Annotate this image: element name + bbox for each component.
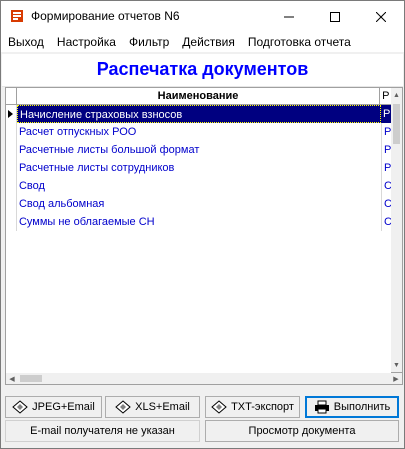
menu-bar: Выход Настройка Фильтр Действия Подготов… bbox=[1, 32, 404, 52]
table-row[interactable]: Расчетные листы большой формат Р bbox=[6, 141, 392, 159]
diamond-export-icon bbox=[211, 400, 227, 414]
row-name-cell[interactable]: Суммы не облагаемые СН bbox=[17, 213, 383, 231]
grid-header: Наименование Р bbox=[6, 88, 392, 105]
execute-button[interactable]: Выполнить bbox=[305, 396, 399, 418]
horizontal-scrollbar[interactable]: ◀ ▶ bbox=[5, 373, 403, 385]
table-row[interactable]: Расчет отпускных РОО Р bbox=[6, 123, 392, 141]
row-name-cell[interactable]: Расчет отпускных РОО bbox=[17, 123, 383, 141]
table-row[interactable]: Суммы не облагаемые СН С bbox=[6, 213, 392, 231]
xls-email-label: XLS+Email bbox=[135, 401, 190, 413]
printer-icon bbox=[314, 400, 330, 414]
menu-exit[interactable]: Выход bbox=[1, 35, 50, 49]
maximize-icon bbox=[330, 11, 340, 22]
xls-email-button[interactable]: XLS+Email bbox=[105, 396, 200, 418]
column-header-name[interactable]: Наименование bbox=[17, 88, 381, 104]
table-row[interactable]: Расчетные листы сотрудников Р bbox=[6, 159, 392, 177]
txt-export-button[interactable]: TXT-экспорт bbox=[205, 396, 300, 418]
minimize-icon bbox=[284, 16, 294, 17]
current-row-pointer-icon bbox=[8, 110, 13, 118]
scroll-down-icon[interactable]: ▼ bbox=[391, 358, 402, 372]
table-row[interactable]: Свод С bbox=[6, 177, 392, 195]
scroll-up-icon[interactable]: ▲ bbox=[391, 88, 402, 102]
menu-prepare-report[interactable]: Подготовка отчета bbox=[241, 35, 357, 49]
horizontal-scroll-thumb[interactable] bbox=[20, 375, 42, 382]
minimize-button[interactable] bbox=[266, 1, 312, 32]
row-name-cell[interactable]: Расчетные листы сотрудников bbox=[17, 159, 383, 177]
row-indicator bbox=[6, 177, 17, 195]
page-title: Распечатка документов bbox=[96, 59, 309, 79]
row-indicator-header bbox=[6, 88, 17, 104]
row-indicator bbox=[6, 141, 17, 159]
row-code-cell[interactable]: Р bbox=[381, 105, 391, 123]
documents-grid: Наименование Р Начисление страховых взно… bbox=[5, 87, 393, 375]
scroll-left-icon[interactable]: ◀ bbox=[6, 373, 18, 384]
window-title: Формирование отчетов N6 bbox=[31, 9, 180, 23]
close-button[interactable] bbox=[358, 1, 404, 32]
jpeg-email-label: JPEG+Email bbox=[32, 401, 95, 413]
report-window: Формирование отчетов N6 Выход Настройка … bbox=[0, 0, 405, 449]
vertical-scrollbar[interactable]: ▲ ▼ bbox=[391, 87, 403, 373]
vertical-scroll-thumb[interactable] bbox=[393, 104, 400, 144]
table-row[interactable]: Свод альбомная С bbox=[6, 195, 392, 213]
menu-filter[interactable]: Фильтр bbox=[122, 35, 175, 49]
row-name-cell[interactable]: Свод альбомная bbox=[17, 195, 383, 213]
row-indicator bbox=[6, 213, 17, 231]
report-app-icon bbox=[11, 10, 23, 22]
menu-actions[interactable]: Действия bbox=[175, 35, 241, 49]
scroll-right-icon[interactable]: ▶ bbox=[390, 373, 402, 384]
maximize-button[interactable] bbox=[312, 1, 358, 32]
email-recipient-status: E-mail получателя не указан bbox=[5, 420, 200, 442]
txt-export-label: TXT-экспорт bbox=[231, 401, 294, 413]
row-name-cell[interactable]: Свод bbox=[17, 177, 383, 195]
row-name-cell[interactable]: Начисление страховых взносов bbox=[17, 105, 381, 123]
heading-panel: Распечатка документов bbox=[2, 54, 403, 87]
row-name-cell[interactable]: Расчетные листы большой формат bbox=[17, 141, 383, 159]
table-row[interactable]: Начисление страховых взносов Р bbox=[6, 105, 392, 123]
menu-settings[interactable]: Настройка bbox=[50, 35, 122, 49]
diamond-export-icon bbox=[115, 400, 131, 414]
title-bar[interactable]: Формирование отчетов N6 bbox=[1, 1, 404, 32]
close-icon bbox=[376, 11, 386, 22]
row-indicator bbox=[6, 123, 17, 141]
execute-label: Выполнить bbox=[333, 401, 391, 413]
jpeg-email-button[interactable]: JPEG+Email bbox=[5, 396, 102, 418]
preview-document-button[interactable]: Просмотр документа bbox=[205, 420, 399, 442]
row-indicator bbox=[6, 159, 17, 177]
row-indicator bbox=[6, 195, 17, 213]
row-indicator bbox=[6, 105, 17, 123]
diamond-export-icon bbox=[12, 400, 28, 414]
